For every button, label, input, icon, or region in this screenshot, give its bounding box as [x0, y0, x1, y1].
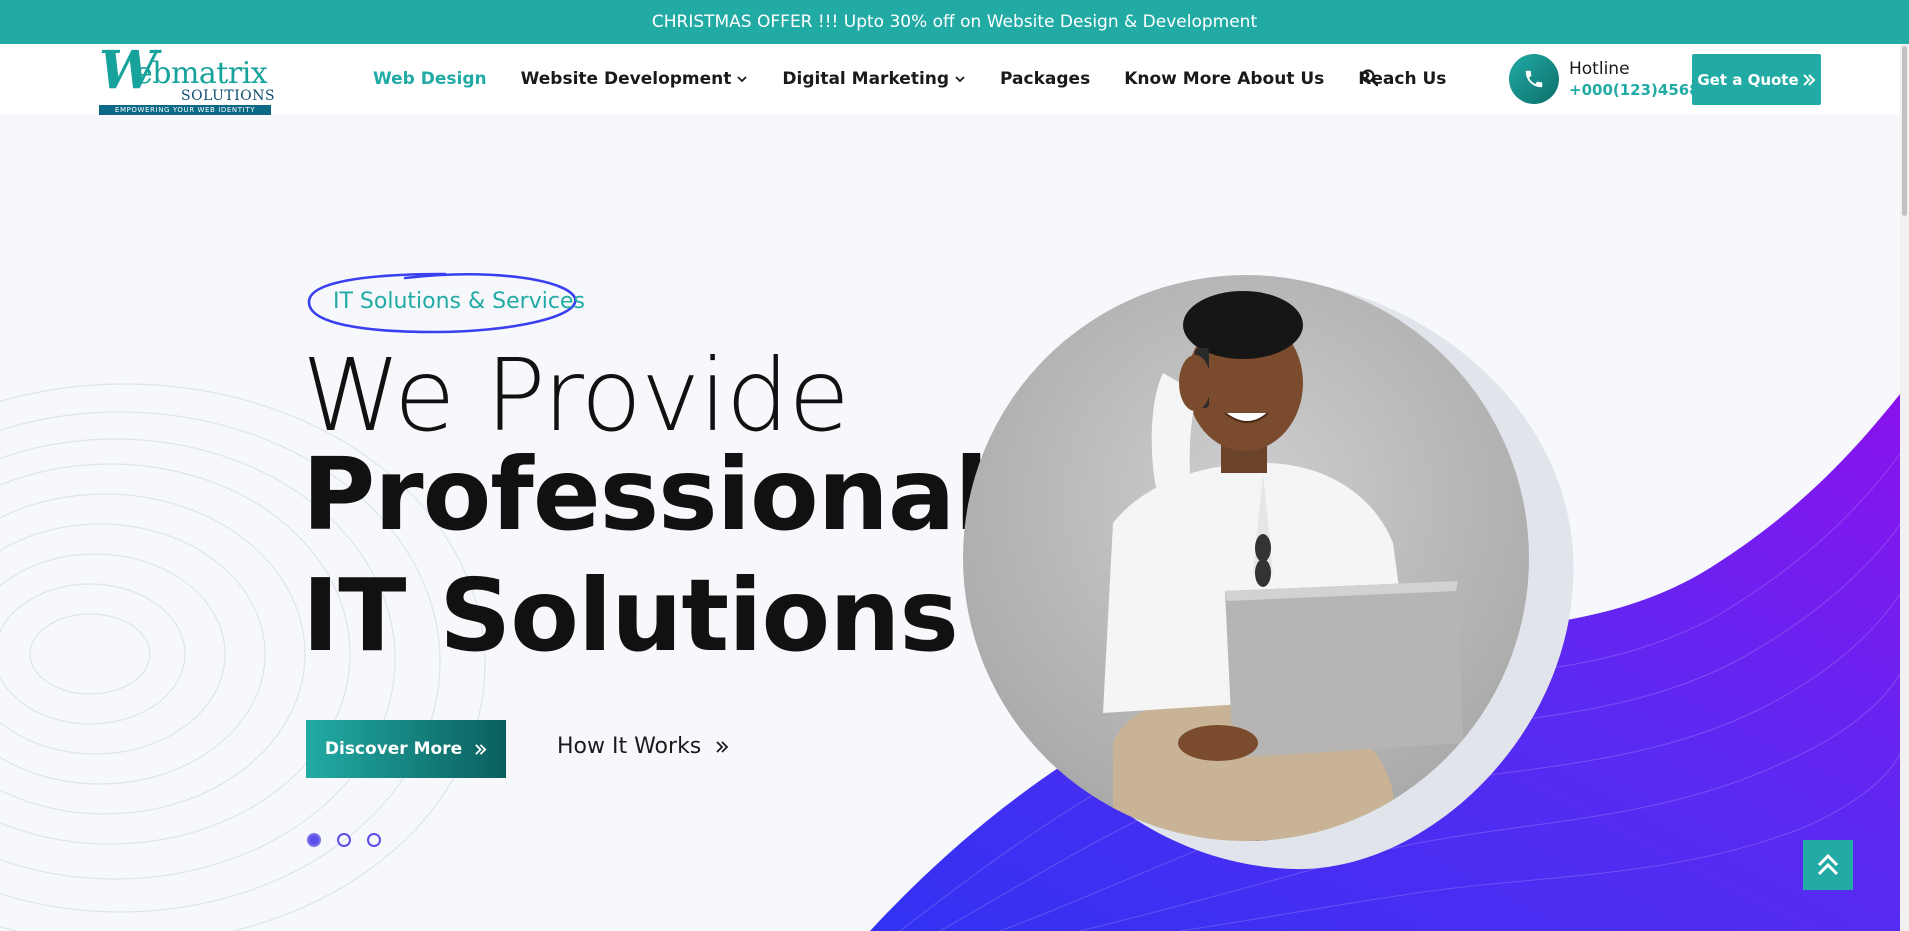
- hero-heading-line-3: IT Solutions: [302, 557, 959, 674]
- offer-banner: CHRISTMAS OFFER !!! Upto 30% off on Webs…: [0, 0, 1909, 44]
- phone-icon: [1509, 54, 1559, 104]
- nav-item-digital-marketing[interactable]: Digital Marketing: [782, 69, 966, 89]
- discover-more-label: Discover More: [324, 739, 463, 759]
- hotline-number[interactable]: +000(123)4568: [1569, 80, 1700, 100]
- nav-item-website-development[interactable]: Website Development: [521, 69, 749, 89]
- page-scrollbar[interactable]: [1900, 44, 1909, 931]
- hero-section: IT Solutions & Services We Provide Profe…: [0, 114, 1900, 931]
- how-it-works-label: How It Works: [557, 734, 702, 759]
- scrollbar-thumb[interactable]: [1902, 46, 1907, 216]
- logo-subtitle: SOLUTIONS: [181, 88, 276, 104]
- hero-heading-line-1: We Provide: [302, 337, 850, 454]
- get-quote-button[interactable]: Get a Quote: [1692, 54, 1821, 105]
- offer-text: CHRISTMAS OFFER !!! Upto 30% off on Webs…: [651, 12, 1258, 32]
- how-it-works-link[interactable]: How It Works: [557, 734, 729, 759]
- hotline-label: Hotline: [1569, 59, 1630, 79]
- slider-dot-2[interactable]: [337, 833, 351, 847]
- double-chevron-right-icon: [1802, 73, 1816, 86]
- chevron-down-icon: [737, 76, 748, 83]
- slider-pagination: [307, 833, 397, 847]
- hero-image: [963, 275, 1574, 870]
- double-chevron-right-icon: [475, 743, 487, 755]
- nav-item-about-us[interactable]: Know More About Us: [1124, 69, 1324, 89]
- hotline[interactable]: Hotline +000(123)4568: [1509, 54, 1700, 104]
- discover-more-button[interactable]: Discover More: [306, 720, 506, 778]
- hero-heading-line-2: Professional: [302, 436, 989, 553]
- nav-item-label: Packages: [1000, 69, 1091, 89]
- nav-item-label: Website Development: [520, 69, 732, 89]
- back-to-top-button[interactable]: [1803, 840, 1853, 890]
- slider-dot-1[interactable]: [307, 833, 321, 847]
- search-icon[interactable]: [1360, 68, 1380, 88]
- nav-item-packages[interactable]: Packages: [1000, 69, 1090, 89]
- get-quote-label: Get a Quote: [1697, 70, 1799, 89]
- double-chevron-up-icon: [1817, 853, 1839, 876]
- slider-dot-3[interactable]: [367, 833, 381, 847]
- nav-item-label: Web Design: [373, 69, 487, 89]
- site-logo[interactable]: W ebmatrix SOLUTIONS EMPOWERING YOUR WEB…: [99, 45, 275, 115]
- nav-item-label: Know More About Us: [1124, 69, 1325, 89]
- site-header: W ebmatrix SOLUTIONS EMPOWERING YOUR WEB…: [0, 44, 1900, 115]
- hero-eyebrow: IT Solutions & Services: [333, 289, 585, 314]
- logo-wordmark: ebmatrix: [135, 56, 268, 91]
- main-nav: Web Design Website Development Digital M…: [373, 44, 1480, 114]
- chevron-down-icon: [955, 76, 965, 83]
- nav-item-web-design[interactable]: Web Design: [373, 69, 487, 89]
- nav-item-label: Digital Marketing: [782, 69, 950, 89]
- double-chevron-right-icon: [716, 740, 729, 753]
